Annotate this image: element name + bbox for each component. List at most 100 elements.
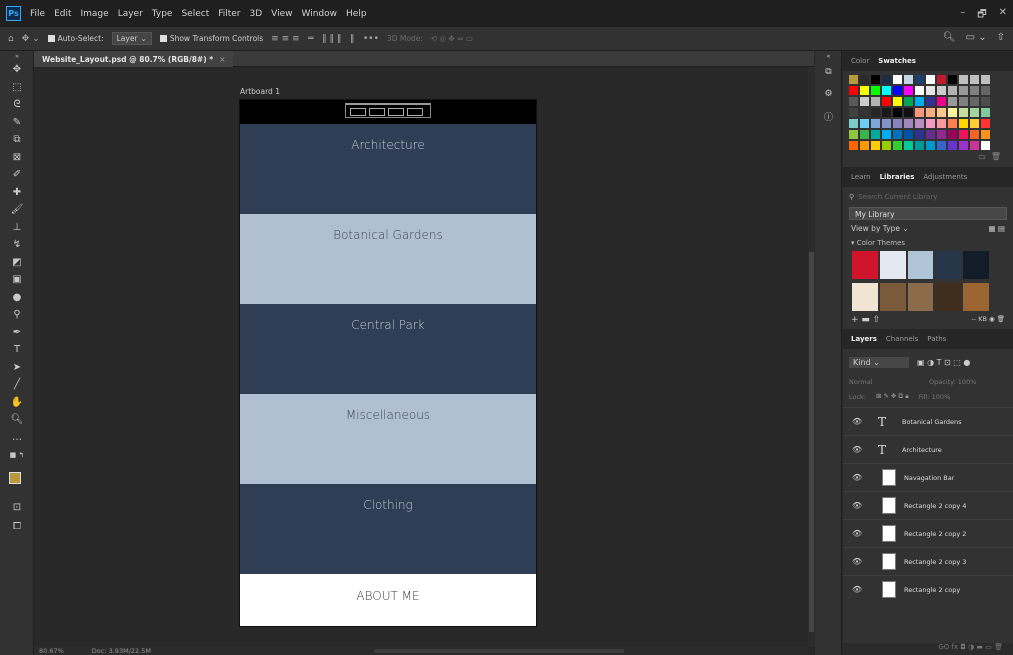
app-logo[interactable]: Ps [6, 6, 21, 21]
layer-row[interactable]: 👁︎ T Botanical Gardens [843, 407, 1013, 435]
stamp-tool-icon[interactable]: ⊥ [0, 219, 34, 237]
section-architecture[interactable]: Architecture [240, 124, 536, 214]
swatch[interactable] [959, 97, 968, 106]
menu-layer[interactable]: Layer [118, 9, 143, 19]
blur-tool-icon[interactable]: ● [0, 289, 34, 307]
swatch[interactable] [882, 86, 891, 95]
library-select[interactable]: My Library [849, 207, 1007, 220]
swatch[interactable] [970, 130, 979, 139]
swatch[interactable] [948, 86, 957, 95]
swatch[interactable] [970, 86, 979, 95]
auto-select-checkbox[interactable]: Auto-Select: [47, 34, 104, 43]
line-tool-icon[interactable]: ╱ [0, 376, 34, 394]
move-tool-icon[interactable]: ✥ ⌄ [22, 34, 40, 44]
dodge-tool-icon[interactable]: ⚲ [0, 306, 34, 324]
eye-icon[interactable]: 👁︎ [852, 529, 864, 538]
swatch[interactable] [959, 86, 968, 95]
layer-row[interactable]: 👁︎ Rectangle 2 copy [843, 575, 1013, 603]
search-icon[interactable]: 🔍︎ [943, 32, 956, 43]
tab-libraries[interactable]: Libraries [880, 173, 915, 181]
swatch[interactable] [893, 119, 902, 128]
menu-select[interactable]: Select [181, 9, 209, 19]
eye-icon[interactable]: 👁︎ [852, 557, 864, 566]
artboard[interactable]: Architecture Botanical Gardens Central P… [239, 99, 537, 627]
swatch[interactable] [937, 97, 946, 106]
transform-controls-checkbox[interactable]: Show Transform Controls [159, 34, 263, 43]
grid-view-icon[interactable]: ▦ ▤ [988, 224, 1005, 233]
swatch[interactable] [970, 75, 979, 84]
menu-edit[interactable]: Edit [54, 9, 71, 19]
artboard-label[interactable]: Artboard 1 [240, 87, 280, 96]
zoom-tool-icon[interactable]: 🔍︎ [0, 411, 34, 429]
section-miscellaneous[interactable]: Miscellaneous [240, 394, 536, 484]
vertical-scrollbar[interactable] [808, 67, 815, 647]
scroll-thumb[interactable] [809, 252, 814, 632]
horizontal-scroll-thumb[interactable] [374, 649, 624, 653]
fill-field[interactable]: Fill: 100% [919, 393, 951, 401]
swatch[interactable] [893, 108, 902, 117]
swatch[interactable] [904, 97, 913, 106]
swatch[interactable] [904, 141, 913, 150]
swatch[interactable] [893, 75, 902, 84]
swatch[interactable] [871, 108, 880, 117]
history-brush-icon[interactable]: ↯ [0, 236, 34, 254]
tab-color[interactable]: Color [851, 57, 869, 65]
swatches-grid[interactable] [843, 71, 1013, 150]
swatch[interactable] [926, 97, 935, 106]
swatch[interactable] [893, 86, 902, 95]
eyedropper-tool-icon[interactable]: ✐ [0, 166, 34, 184]
close-tab-icon[interactable]: × [219, 55, 225, 64]
menu-file[interactable]: File [30, 9, 45, 19]
swatch[interactable] [981, 75, 990, 84]
move-tool-icon[interactable]: ✥ [0, 61, 34, 79]
library-search[interactable]: ⚲ Search Current Library [849, 191, 1007, 203]
3d-mode-icons[interactable]: ⟲ ◎ ✥ ⇔ ▭ [431, 34, 473, 43]
history-icon[interactable]: ⧉ [815, 61, 842, 83]
swatch[interactable] [970, 108, 979, 117]
swatch[interactable] [937, 108, 946, 117]
swatch[interactable] [860, 119, 869, 128]
swatch[interactable] [948, 119, 957, 128]
eye-icon[interactable]: 👁︎ [852, 445, 864, 454]
swatch[interactable] [915, 75, 924, 84]
swatch[interactable] [937, 86, 946, 95]
swatch[interactable] [981, 97, 990, 106]
crop-tool-icon[interactable]: ⧉ [0, 131, 34, 149]
swatch[interactable] [937, 119, 946, 128]
view-by-type-dropdown[interactable]: View by Type ⌄ [851, 224, 909, 233]
swatch[interactable] [860, 75, 869, 84]
properties-icon[interactable]: ⚙ [815, 83, 842, 105]
swatch[interactable] [948, 108, 957, 117]
frame-tool-icon[interactable]: ⊠ [0, 149, 34, 167]
auto-select-dropdown[interactable]: Layer ⌄ [111, 32, 152, 45]
layer-row[interactable]: 👁︎ Rectangle 2 copy 2 [843, 519, 1013, 547]
brush-tool-icon[interactable]: 🖌︎ [0, 201, 34, 219]
swatch[interactable] [871, 75, 880, 84]
swatch-actions[interactable]: ▭ 🗑︎ [843, 152, 1013, 164]
swatch[interactable] [959, 108, 968, 117]
zoom-level[interactable]: 80.67% [39, 647, 64, 655]
swatch[interactable] [904, 108, 913, 117]
swatch[interactable] [904, 75, 913, 84]
screen-mode-icon[interactable]: ⧠ [0, 518, 34, 536]
pen-tool-icon[interactable]: ✒ [0, 324, 34, 342]
swatch[interactable] [893, 141, 902, 150]
menu-view[interactable]: View [271, 9, 292, 19]
swatch[interactable] [959, 130, 968, 139]
swatch[interactable] [926, 119, 935, 128]
swatch[interactable] [871, 97, 880, 106]
panel-collapse-icon[interactable]: » [0, 51, 34, 61]
swatch[interactable] [849, 108, 858, 117]
document-tab[interactable]: Website_Layout.psd @ 80.7% (RGB/8#) * × [34, 51, 234, 67]
swatch[interactable] [860, 97, 869, 106]
section-clothing[interactable]: Clothing [240, 484, 536, 574]
swatch[interactable] [860, 130, 869, 139]
menu-help[interactable]: Help [346, 9, 367, 19]
add-element-icon[interactable]: + ▬ ⇧ [851, 315, 880, 325]
layer-filter-icons[interactable]: ▣ ◑ T ⊡ ⬚ ● [917, 358, 970, 367]
minimize-button[interactable]: – [960, 7, 965, 24]
swatch[interactable] [882, 97, 891, 106]
section-about-me[interactable]: ABOUT ME [240, 574, 536, 616]
layers-footer[interactable]: GO fx ◘ ◑ ▬ ▭ 🗑︎ [843, 643, 1013, 655]
swatch[interactable] [926, 108, 935, 117]
